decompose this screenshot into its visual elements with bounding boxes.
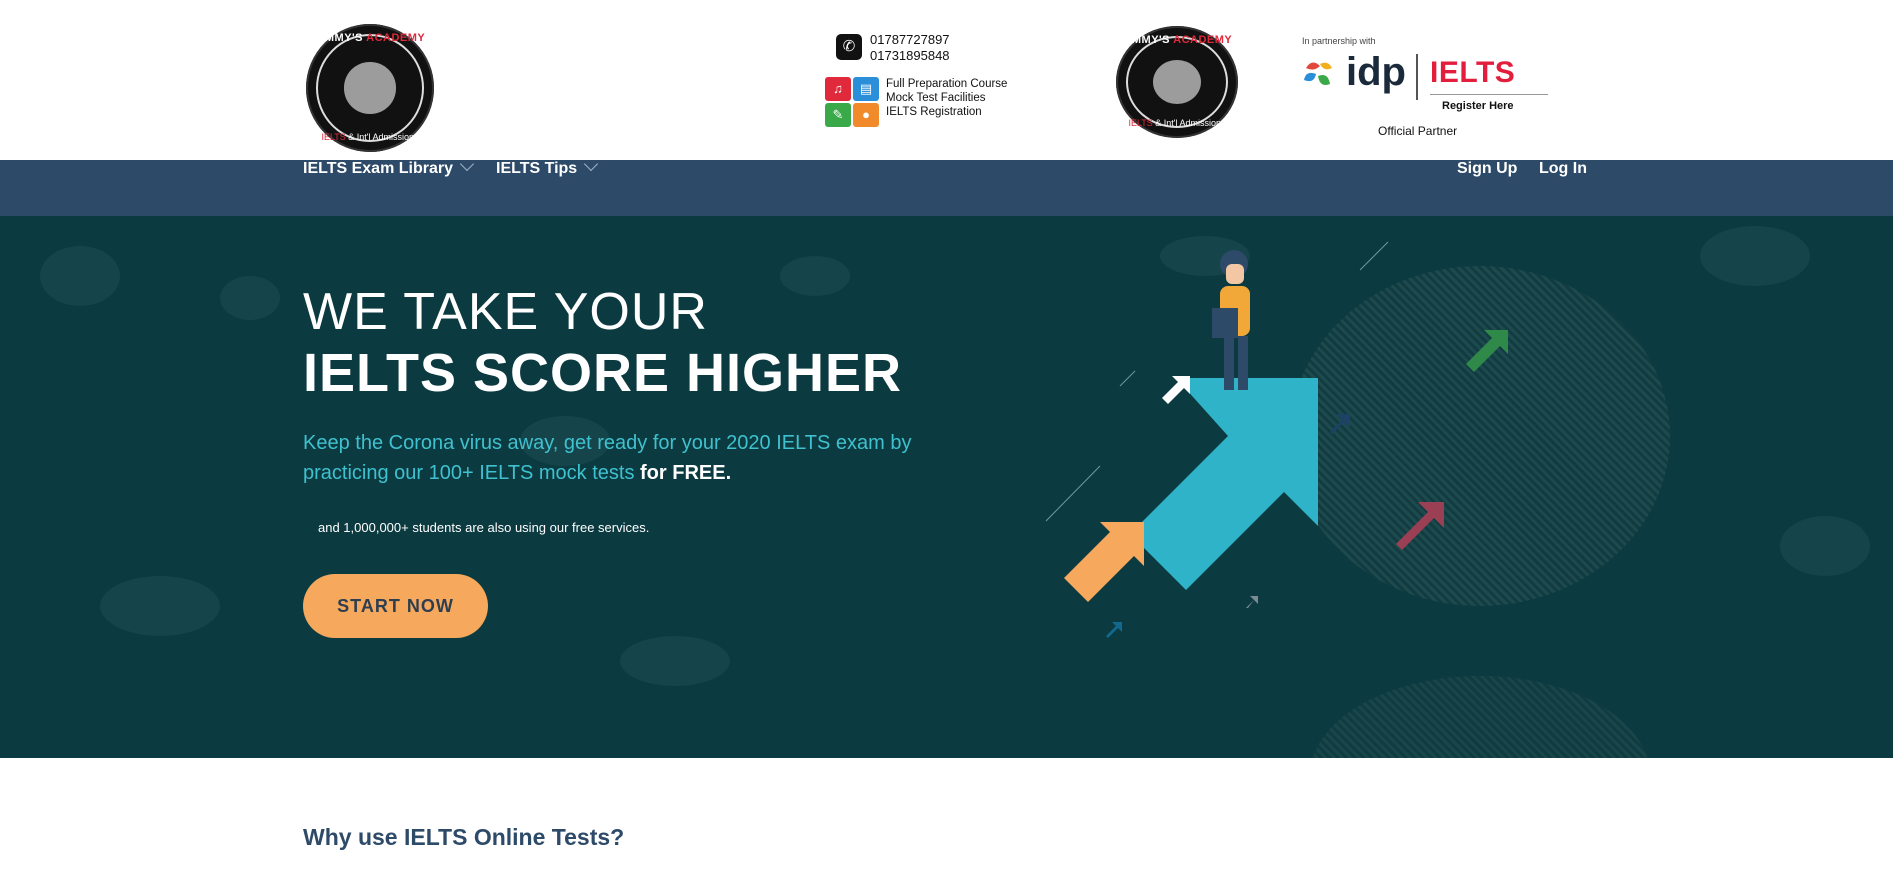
logo-top-text: JIMMY'S (1121, 34, 1170, 46)
bg-blur (1780, 516, 1870, 576)
hero-title-line2: IELTS SCORE HIGHER (303, 343, 903, 403)
bg-blur (620, 636, 730, 686)
logo-bottom-red-text: IELTS (1128, 118, 1153, 128)
log-in-link[interactable]: Log In (1539, 160, 1587, 216)
hero-illustration (1045, 241, 1508, 638)
nav-exam-library[interactable]: IELTS Exam Library (303, 156, 475, 216)
idp-logo-icon (1304, 62, 1332, 85)
nav-ielts-tips-label: IELTS Tips (496, 160, 578, 177)
register-here-link[interactable]: Register Here (1442, 100, 1514, 112)
hero-students-note: and 1,000,000+ students are also using o… (318, 520, 650, 535)
feature-list: Full Preparation Course Mock Test Facili… (886, 77, 1007, 119)
academy-logo-secondary[interactable]: JIMMY'S ACADEMY IELTS & Int'l Admissions (1116, 26, 1238, 138)
book-icon: ▤ (853, 77, 879, 101)
sign-up-link[interactable]: Sign Up (1457, 160, 1517, 216)
feature-item: IELTS Registration (886, 106, 982, 118)
bg-blur (780, 256, 850, 296)
pencil-icon: ✎ (825, 103, 851, 127)
feature-item: Mock Test Facilities (886, 92, 986, 104)
nav-ielts-tips[interactable]: IELTS Tips (496, 156, 599, 216)
logo-bottom-red-text: IELTS (321, 132, 346, 142)
hero-lead-bold: for FREE. (640, 462, 732, 484)
microphone-icon: ● (853, 103, 879, 127)
partnership-caption: In partnership with (1302, 36, 1376, 46)
bg-blur (1700, 226, 1810, 286)
hero-lead: Keep the Corona virus away, get ready fo… (303, 428, 943, 488)
idp-wordmark: idp (1346, 50, 1406, 94)
why-section-title: Why use IELTS Online Tests? (303, 824, 625, 850)
bg-blur (100, 576, 220, 636)
microphone-mesh (1310, 676, 1650, 758)
contact-block: ✆ 01787727897 01731895848 ♫ ▤ ✎ ● Full P… (825, 32, 1036, 132)
phone-number-1: 01787727897 (870, 32, 950, 47)
partner-divider (1416, 54, 1418, 100)
logo-top-red-text: ACADEMY (366, 32, 426, 44)
chevron-down-icon (584, 156, 599, 172)
start-now-button[interactable]: START NOW (303, 574, 488, 638)
hero-banner: WE TAKE YOUR IELTS SCORE HIGHER Keep the… (0, 216, 1893, 758)
chevron-down-icon (459, 156, 475, 172)
phone-number-2: 01731895848 (870, 48, 950, 63)
logo-bottom-text: & Int'l Admissions (348, 132, 419, 142)
hero-lead-text: Keep the Corona virus away, get ready fo… (303, 432, 912, 484)
feature-item: Full Preparation Course (886, 78, 1008, 90)
nav-exam-library-label: IELTS Exam Library (303, 160, 453, 177)
ielts-wordmark: IELTS (1430, 56, 1516, 89)
headphones-icon: ♫ (825, 77, 851, 101)
globe-icon (344, 62, 396, 114)
logo-bottom-text: & Int'l Admissions (1155, 118, 1226, 128)
phone-numbers: 01787727897 01731895848 (870, 32, 950, 64)
site-header: JIMMY'S ACADEMY IELTS & Int'l Admissions… (0, 0, 1893, 160)
bg-blur (40, 246, 120, 306)
feature-icons: ♫ ▤ ✎ ● (825, 77, 883, 129)
logo-top-text: JIMMY'S (314, 32, 363, 44)
partner-block[interactable]: In partnership with idp IELTS Register H… (1302, 36, 1552, 146)
academy-logo[interactable]: JIMMY'S ACADEMY IELTS & Int'l Admissions (306, 24, 434, 152)
logo-top-red-text: ACADEMY (1173, 34, 1233, 46)
bg-blur (220, 276, 280, 320)
phone-icon: ✆ (836, 34, 862, 60)
main-nav: IELTS Exam Library IELTS Tips Sign Up Lo… (0, 156, 1893, 216)
official-partner-label: Official Partner (1378, 124, 1458, 138)
ielts-underline (1430, 94, 1548, 95)
hero-title-line1: WE TAKE YOUR (303, 283, 708, 341)
